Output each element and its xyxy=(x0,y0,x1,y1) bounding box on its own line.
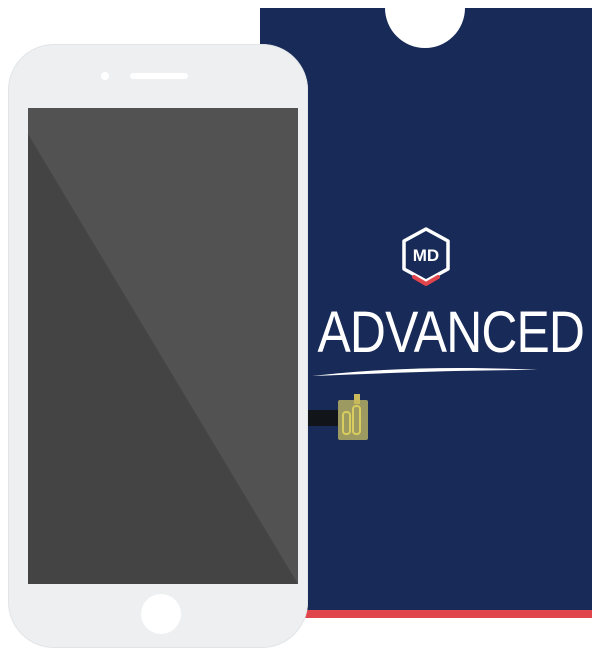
home-button-icon xyxy=(141,594,181,634)
earpiece-speaker xyxy=(130,73,188,79)
wordmark-underline xyxy=(312,368,538,376)
hexagon-badge-icon: MD xyxy=(402,227,450,286)
screen-reflection xyxy=(28,108,298,584)
lcd-screen xyxy=(28,108,298,584)
front-camera xyxy=(101,72,109,80)
advanced-wordmark: ADVANCED xyxy=(317,300,585,365)
packaging-red-stripe xyxy=(260,610,592,618)
brand-badge-text: MD xyxy=(413,246,439,265)
flex-connector-icon xyxy=(304,394,368,440)
